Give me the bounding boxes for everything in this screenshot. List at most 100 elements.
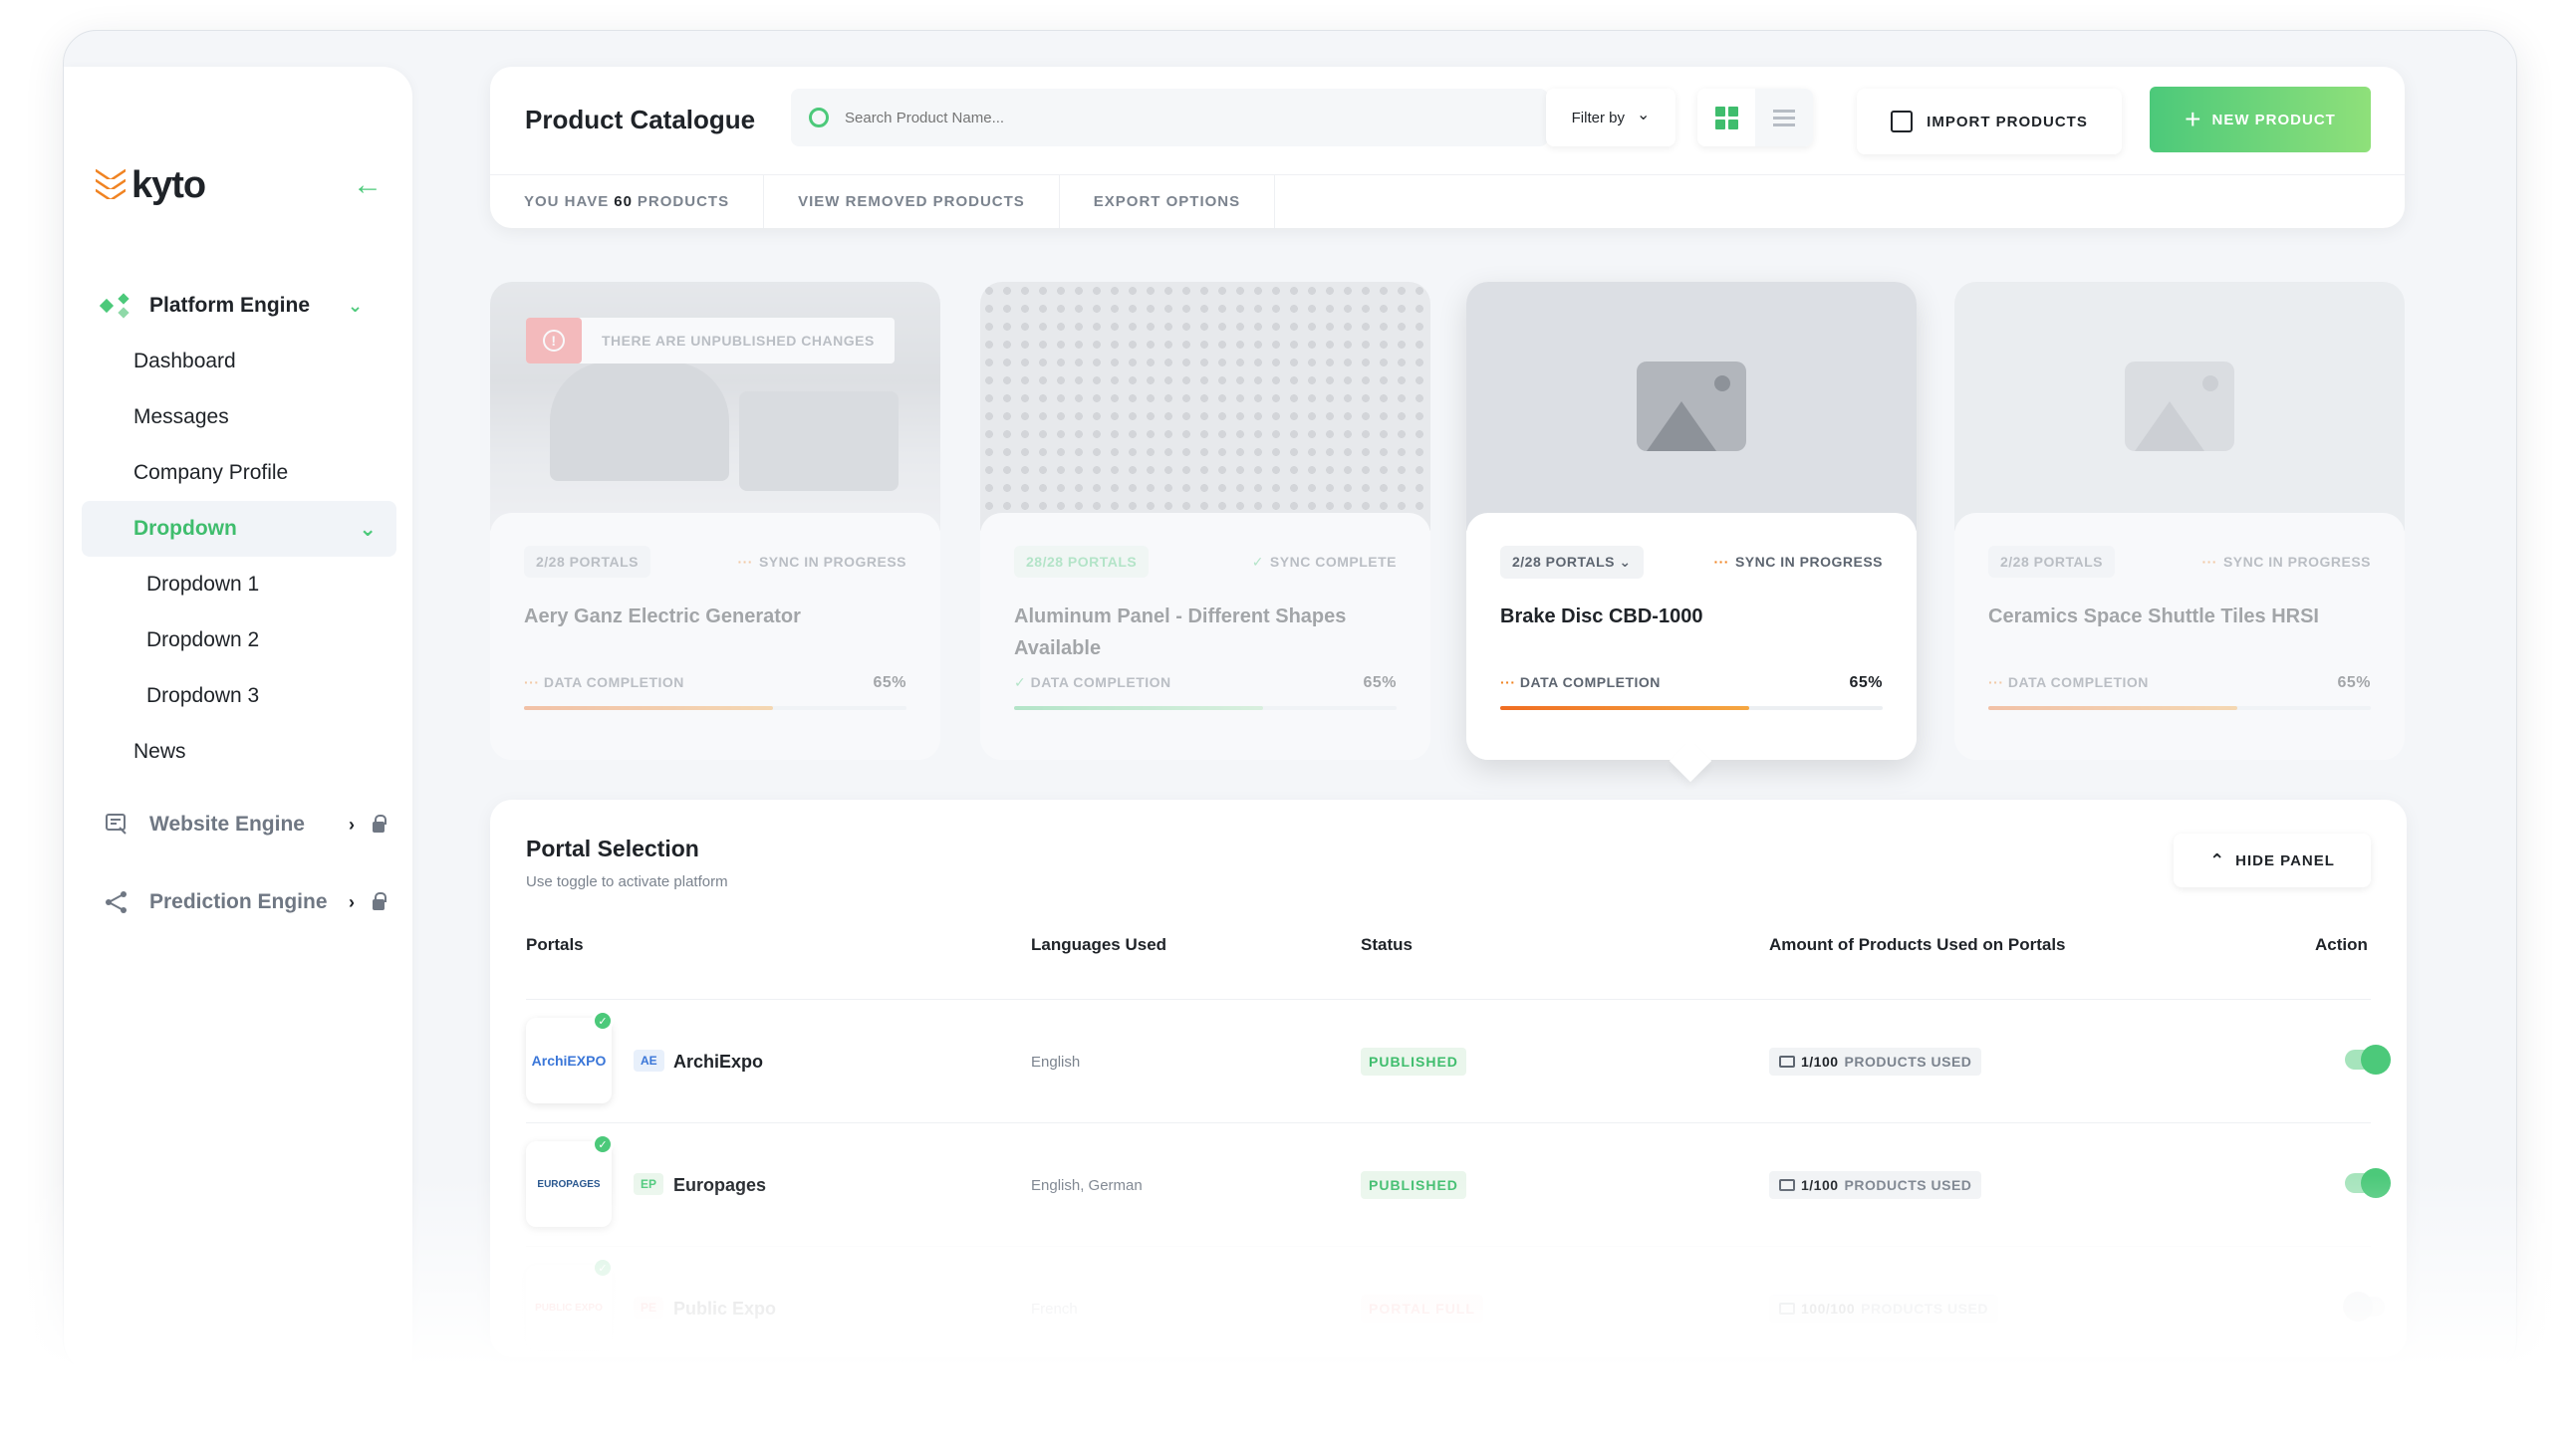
chevron-right-icon: › [349, 891, 355, 912]
list-view-button[interactable] [1755, 89, 1813, 146]
lock-icon [373, 814, 386, 833]
portal-languages: French [1031, 1301, 1078, 1318]
sidebar-section-platform-engine[interactable]: Platform Engine ⌄ [82, 278, 396, 334]
check-icon: ✓ [592, 1257, 614, 1279]
sidebar-item-dropdown[interactable]: Dropdown ⌄ [82, 501, 396, 557]
portal-abbr: PE [634, 1297, 664, 1319]
portal-languages: English [1031, 1054, 1081, 1071]
platform-engine-icon [100, 291, 133, 321]
portal-row: ArchiEXPO ✓ AE ArchiExpo English PUBLISH… [526, 999, 2391, 1122]
grid-icon [1714, 106, 1738, 129]
count-prefix: YOU HAVE [524, 193, 610, 210]
collapse-sidebar-icon[interactable]: ← [353, 170, 383, 200]
app-window: kyto ← Platform Engine ⌄ Dashboard Messa… [63, 30, 2517, 1374]
portals-badge[interactable]: 2/28 PORTALS [1988, 546, 2115, 578]
filter-label: Filter by [1571, 109, 1625, 126]
website-engine-icon [100, 810, 133, 840]
page-title: Product Catalogue [525, 105, 756, 134]
product-card[interactable]: 28/28 PORTALS ✓ SYNC COMPLETE Aluminum Pa… [980, 282, 1430, 760]
lock-icon [373, 891, 386, 910]
sidebar-item-dashboard[interactable]: Dashboard [82, 334, 396, 389]
portal-row: PUBLIC EXPO ✓ PE Public Expo French PORT… [526, 1246, 2385, 1369]
share-icon [100, 887, 133, 917]
portal-selection-panel: Portal Selection Use toggle to activate … [490, 800, 2407, 1357]
portal-abbr: AE [634, 1050, 664, 1072]
portals-badge[interactable]: 2/28 PORTALS ⌄ [1500, 545, 1644, 579]
import-products-button[interactable]: IMPORT PRODUCTS [1857, 89, 2122, 154]
portal-toggle[interactable] [2345, 1045, 2391, 1075]
status-badge: PORTAL FULL [1361, 1295, 1483, 1323]
portal-name: Public Expo [673, 1299, 777, 1319]
filter-dropdown[interactable]: Filter by ⌄ [1546, 89, 1675, 146]
product-card-selected[interactable]: 2/28 PORTALS ⌄ ··· SYNC IN PROGRESS Brake… [1466, 282, 1917, 783]
logo[interactable]: kyto [96, 164, 206, 207]
product-name: Ceramics Space Shuttle Tiles HRSI [1988, 605, 2319, 627]
chevron-down-icon: ⌄ [359, 517, 377, 541]
sidebar-nav: Platform Engine ⌄ Dashboard Messages Com… [82, 278, 396, 941]
view-toggle [1697, 89, 1813, 146]
portal-name: ArchiExpo [673, 1052, 764, 1072]
document-icon [1779, 1303, 1795, 1315]
search-bar[interactable] [791, 89, 1548, 146]
kyto-logo-icon [96, 168, 126, 203]
list-icon [1773, 106, 1795, 130]
product-card[interactable]: 2/28 PORTALS ··· SYNC IN PROGRESS Ceramic… [1954, 282, 2405, 760]
sidebar-item-dropdown-3[interactable]: Dropdown 3 [82, 668, 396, 724]
sidebar-section-prediction-engine[interactable]: Prediction Engine › [82, 863, 396, 941]
chevron-down-icon: ⌄ [348, 295, 364, 316]
portal-abbr: EP [634, 1173, 664, 1195]
import-icon [1891, 111, 1914, 132]
sidebar-item-dropdown-1[interactable]: Dropdown 1 [82, 557, 396, 612]
portal-row: EUROPAGES ✓ EP Europages English, German… [526, 1122, 2391, 1246]
sidebar-item-company-profile[interactable]: Company Profile [82, 445, 396, 501]
hide-panel-button[interactable]: ⌃ HIDE PANEL [2174, 834, 2371, 887]
data-completion-label: ✓ DATA COMPLETION [1014, 674, 1171, 690]
panel-title: Portal Selection [526, 836, 699, 861]
tab-product-count[interactable]: YOU HAVE 60 PRODUCTS [490, 175, 765, 228]
column-header-action: Action [2315, 935, 2368, 954]
grid-view-button[interactable] [1697, 89, 1755, 146]
hide-panel-label: HIDE PANEL [2235, 851, 2335, 869]
unpublished-text: THERE ARE UNPUBLISHED CHANGES [602, 333, 875, 349]
products-used-badge: 1/100 PRODUCTS USED [1769, 1048, 1982, 1076]
plus-icon: + [2185, 104, 2202, 134]
sync-status: ··· SYNC IN PROGRESS [737, 554, 906, 570]
sidebar-section-website-engine[interactable]: Website Engine › [82, 786, 396, 863]
portals-badge[interactable]: 28/28 PORTALS [1014, 546, 1150, 578]
count-suffix: PRODUCTS [637, 193, 730, 210]
completion-bar [524, 706, 906, 710]
catalogue-header: Product Catalogue Filter by ⌄ IMPORT PRO… [490, 67, 2405, 228]
portal-languages: English, German [1031, 1177, 1143, 1194]
portals-badge[interactable]: 2/28 PORTALS [524, 546, 650, 578]
product-name: Aery Ganz Electric Generator [524, 605, 801, 627]
product-image-placeholder [1466, 282, 1917, 531]
product-image [980, 282, 1430, 531]
products-used-badge: 100/100 PRODUCTS USED [1769, 1295, 1998, 1323]
chevron-up-icon: ⌃ [2209, 849, 2226, 870]
data-completion-label: ··· DATA COMPLETION [524, 674, 684, 690]
chevron-down-icon: ⌄ [1619, 553, 1632, 570]
data-completion-label: ··· DATA COMPLETION [1988, 674, 2149, 690]
new-product-button[interactable]: + NEW PRODUCT [2150, 87, 2371, 152]
completion-bar [1014, 706, 1397, 710]
completion-bar [1500, 706, 1883, 710]
tab-export-options[interactable]: EXPORT OPTIONS [1060, 175, 1276, 228]
sidebar-item-dropdown-2[interactable]: Dropdown 2 [82, 612, 396, 668]
search-input[interactable] [845, 109, 1442, 126]
product-name: Aluminum Panel - Different Shapes Availa… [1014, 605, 1347, 659]
product-name: Brake Disc CBD-1000 [1500, 605, 1703, 627]
column-header-amount: Amount of Products Used on Portals [1769, 935, 2066, 954]
product-card[interactable]: ! THERE ARE UNPUBLISHED CHANGES 2/28 POR… [490, 282, 940, 760]
portal-toggle[interactable] [2343, 1292, 2385, 1322]
sidebar-item-messages[interactable]: Messages [82, 389, 396, 445]
import-label: IMPORT PRODUCTS [1927, 113, 2088, 130]
prediction-engine-label: Prediction Engine [149, 890, 328, 913]
portal-toggle[interactable] [2345, 1168, 2391, 1198]
tab-removed-products[interactable]: VIEW REMOVED PRODUCTS [764, 175, 1060, 228]
sidebar-item-news[interactable]: News [82, 724, 396, 780]
column-header-status: Status [1361, 935, 1413, 954]
data-completion-label: ··· DATA COMPLETION [1500, 674, 1661, 690]
check-icon: ✓ [592, 1133, 614, 1155]
product-count: 60 [614, 193, 633, 210]
chevron-down-icon: ⌄ [1636, 107, 1651, 123]
